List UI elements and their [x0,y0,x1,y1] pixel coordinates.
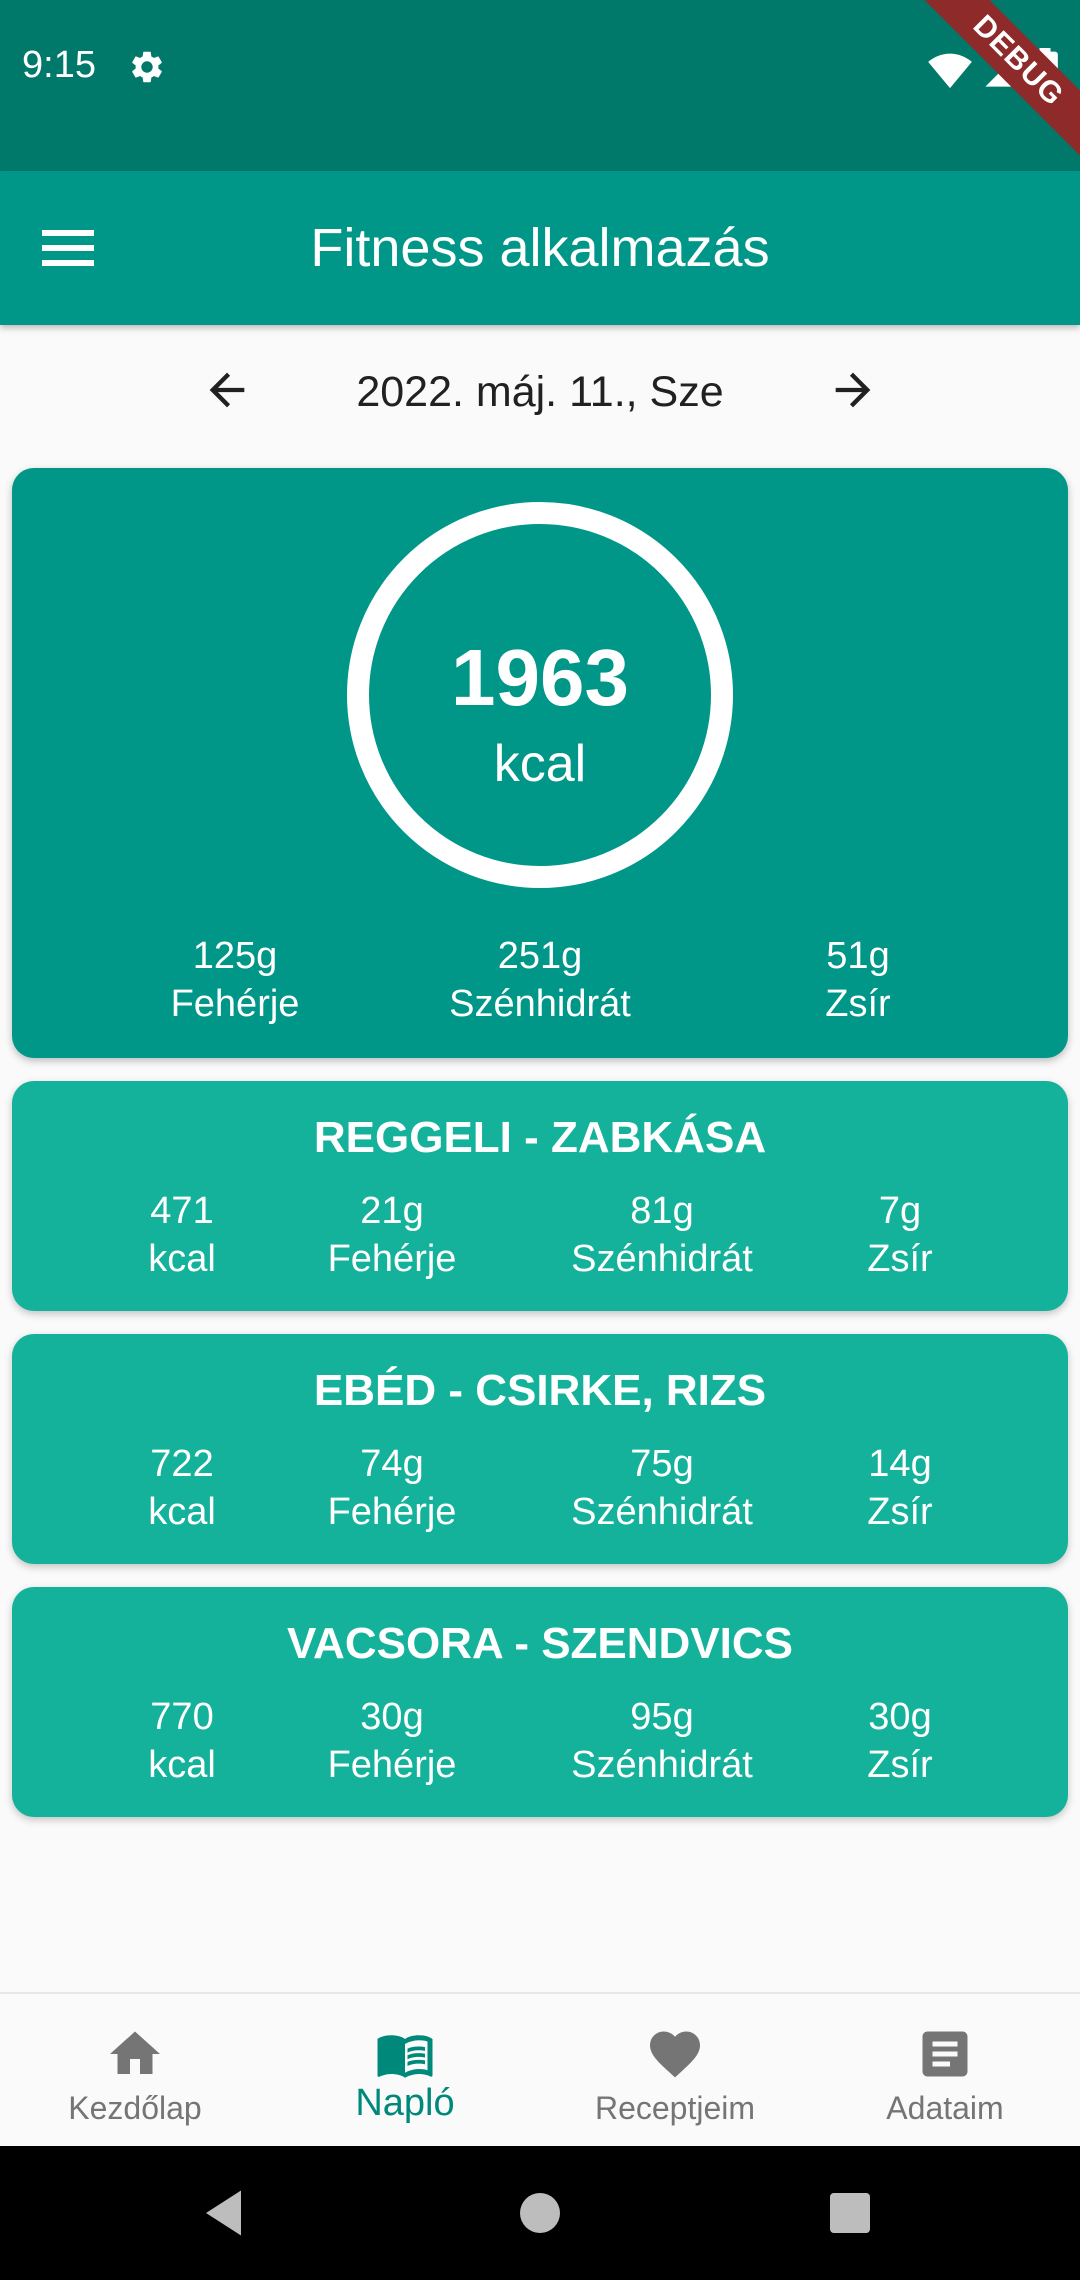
system-home-icon[interactable] [510,2183,570,2243]
meal-protein-value: 74g [360,1443,424,1485]
nav-item-adataim[interactable]: Adataim [810,1994,1080,2148]
summary-protein-label: Fehérje [170,983,300,1025]
status-bar: 9:15 DEBUG [0,0,1080,171]
meal-title: EBÉD - CSIRKE, RIZS [313,1366,767,1415]
meal-fat: 14g Zsír [780,1440,1020,1536]
meal-card-breakfast[interactable]: REGGELI - ZABKÁSA 471 kcal 21g Fehérje 8… [12,1081,1068,1311]
next-day-button[interactable] [823,360,883,420]
meal-kcal-label: kcal [148,1491,216,1533]
calorie-ring: 1963 kcal [347,502,733,888]
system-back-icon[interactable] [196,2183,256,2243]
meal-fat-value: 14g [868,1443,932,1485]
nav-item-receptjeim[interactable]: Receptjeim [540,1994,810,2148]
meal-protein-value: 21g [360,1190,424,1232]
daily-summary-card: 1963 kcal 125g Fehérje 251g Szénhidrát 5… [12,468,1068,1058]
meal-protein-label: Fehérje [327,1238,457,1280]
meal-protein-label: Fehérje [327,1491,457,1533]
menu-button[interactable] [36,216,100,280]
summary-fat: 51g Zsír [708,932,1008,1028]
meal-fat-label: Zsír [867,1491,933,1533]
meal-carbs-label: Szénhidrát [571,1744,753,1786]
bottom-navigation: Kezdőlap Napló Receptjeim Adataim [0,1992,1080,2146]
meal-kcal: 770 kcal [62,1693,302,1789]
document-icon [922,2031,968,2077]
meal-kcal-label: kcal [148,1238,216,1280]
meal-title: REGGELI - ZABKÁSA [313,1113,767,1162]
meal-fat: 30g Zsír [780,1693,1020,1789]
nav-label: Kezdőlap [68,2090,202,2126]
date-navigator: 2022. máj. 11., Sze [0,340,1080,440]
total-kcal-value: 1963 [451,633,629,722]
meal-carbs-value: 75g [630,1443,694,1485]
meal-card-lunch[interactable]: EBÉD - CSIRKE, RIZS 722 kcal 74g Fehérje… [12,1334,1068,1564]
meal-carbs: 75g Szénhidrát [542,1440,782,1536]
settings-icon [132,51,162,83]
meal-fat-value: 30g [868,1696,932,1738]
meal-fat-value: 7g [878,1190,922,1232]
meal-fat: 7g Zsír [780,1187,1020,1283]
summary-protein: 125g Fehérje [85,932,385,1028]
summary-fat-value: 51g [826,935,890,977]
meal-card-dinner[interactable]: VACSORA - SZENDVICS 770 kcal 30g Fehérje… [12,1587,1068,1817]
nav-item-kezdolap[interactable]: Kezdőlap [0,1994,270,2148]
meal-carbs-value: 95g [630,1696,694,1738]
summary-carbs-value: 251g [497,935,583,977]
nav-label: Napló [355,2082,455,2124]
heart-icon [650,2031,700,2078]
meal-kcal-value: 471 [150,1190,214,1232]
meal-protein: 74g Fehérje [272,1440,512,1536]
meal-kcal-value: 770 [150,1696,214,1738]
total-kcal-unit: kcal [493,735,587,793]
app-title: Fitness alkalmazás [310,218,770,278]
nav-item-naplo[interactable]: Napló [270,1994,540,2148]
meal-fat-label: Zsír [867,1238,933,1280]
meal-protein: 21g Fehérje [272,1187,512,1283]
meal-carbs-label: Szénhidrát [571,1238,753,1280]
summary-fat-label: Zsír [825,983,891,1025]
meal-carbs: 81g Szénhidrát [542,1187,782,1283]
nav-label: Receptjeim [594,2090,756,2126]
home-icon [110,2031,160,2074]
app-bar: Fitness alkalmazás [0,171,1080,325]
system-recents-icon[interactable] [820,2183,880,2243]
meal-kcal-value: 722 [150,1443,214,1485]
system-navigation-bar [0,2146,1080,2280]
wifi-icon [928,53,972,89]
summary-carbs-label: Szénhidrát [449,983,631,1025]
meal-title: VACSORA - SZENDVICS [286,1619,794,1668]
current-date[interactable]: 2022. máj. 11., Sze [0,368,1080,417]
meal-carbs-value: 81g [630,1190,694,1232]
meal-protein: 30g Fehérje [272,1693,512,1789]
meal-carbs-label: Szénhidrát [571,1491,753,1533]
meal-kcal: 722 kcal [62,1440,302,1536]
status-time: 9:15 [22,44,96,86]
meal-fat-label: Zsír [867,1744,933,1786]
meal-kcal-label: kcal [148,1744,216,1786]
meal-carbs: 95g Szénhidrát [542,1693,782,1789]
nav-label: Adataim [886,2090,1004,2126]
summary-protein-value: 125g [192,935,278,977]
book-icon [377,2035,433,2078]
summary-carbs: 251g Szénhidrát [390,932,690,1028]
hamburger-menu-icon [42,230,94,266]
meal-protein-value: 30g [360,1696,424,1738]
arrow-right-icon [835,372,871,408]
meal-kcal: 471 kcal [62,1187,302,1283]
meal-protein-label: Fehérje [327,1744,457,1786]
